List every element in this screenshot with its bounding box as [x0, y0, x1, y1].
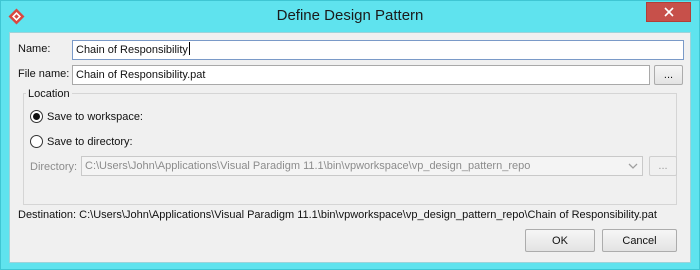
title-bar[interactable]: Define Design Pattern: [1, 1, 699, 33]
radio-selected-indicator[interactable]: [30, 110, 43, 123]
directory-combo[interactable]: C:\Users\John\Applications\Visual Paradi…: [81, 156, 643, 176]
directory-browse-button[interactable]: ...: [649, 156, 677, 176]
text-caret: [188, 42, 190, 55]
name-field[interactable]: Chain of Responsibility: [72, 40, 684, 60]
file-name-field[interactable]: Chain of Responsibility.pat: [72, 65, 650, 85]
destination-text: Destination: C:\Users\John\Applications\…: [18, 209, 657, 221]
file-name-label: File name:: [18, 68, 70, 80]
directory-combo-value: C:\Users\John\Applications\Visual Paradi…: [85, 160, 531, 172]
close-icon: [663, 7, 674, 17]
location-group-title: Location: [26, 88, 72, 100]
file-name-field-value: Chain of Responsibility.pat: [76, 69, 206, 81]
close-button[interactable]: [646, 2, 691, 22]
ok-button[interactable]: OK: [525, 229, 595, 252]
save-to-workspace-label: Save to workspace:: [47, 110, 143, 123]
file-name-browse-button[interactable]: ...: [654, 65, 683, 85]
chevron-down-icon[interactable]: [628, 161, 638, 171]
save-to-directory-radio[interactable]: Save to directory:: [30, 135, 133, 148]
name-field-value: Chain of Responsibility: [76, 44, 188, 56]
window-title: Define Design Pattern: [276, 7, 424, 24]
name-label: Name:: [18, 43, 51, 55]
radio-dot: [33, 113, 40, 120]
cancel-button[interactable]: Cancel: [602, 229, 677, 252]
radio-unselected-indicator[interactable]: [30, 135, 43, 148]
save-to-workspace-radio[interactable]: Save to workspace:: [30, 110, 143, 123]
dialog-window: Define Design Pattern Name: Chain of Res…: [0, 0, 700, 270]
directory-label: Directory:: [30, 161, 78, 173]
save-to-directory-label: Save to directory:: [47, 135, 133, 148]
dialog-content: Name: Chain of Responsibility File name:…: [9, 32, 691, 263]
